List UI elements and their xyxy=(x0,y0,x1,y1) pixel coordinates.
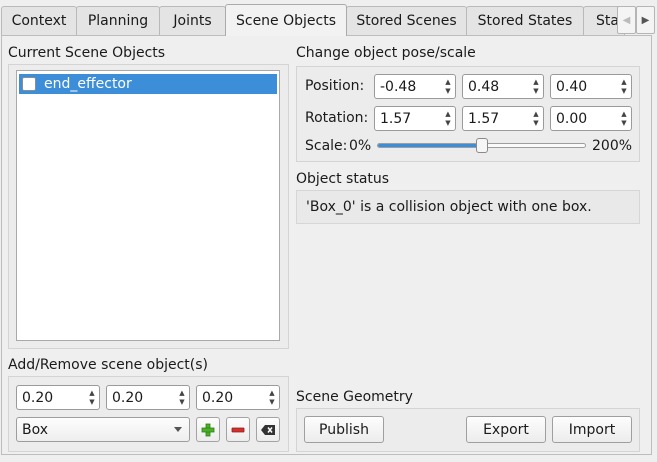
export-button[interactable]: Export xyxy=(466,416,546,443)
add-object-button[interactable] xyxy=(196,417,220,442)
tab-scroll-left-icon[interactable]: ◀ xyxy=(617,6,636,34)
spin-arrows-icon[interactable]: ▲ ▼ xyxy=(441,107,455,130)
position-y-spinbox[interactable]: 0.48 ▲ ▼ xyxy=(462,74,544,99)
scene-objects-title: Current Scene Objects xyxy=(8,45,166,61)
spin-arrows-icon[interactable]: ▲ ▼ xyxy=(85,386,99,409)
list-item[interactable]: end_effector xyxy=(19,74,277,94)
tab-scroll-right-icon[interactable]: ▶ xyxy=(636,6,655,34)
tab-planning[interactable]: Planning xyxy=(76,6,160,35)
shape-combobox[interactable]: Box xyxy=(16,417,190,442)
scene-objects-list[interactable]: end_effector xyxy=(16,70,280,341)
rotation-x-spinbox[interactable]: 1.57 ▲ ▼ xyxy=(374,106,456,131)
scale-slider-fill xyxy=(378,144,482,147)
dim-x-spinbox[interactable]: 0.20 ▲ ▼ xyxy=(16,385,100,410)
object-status-box: 'Box_0' is a collision object with one b… xyxy=(296,190,640,224)
tab-joints[interactable]: Joints xyxy=(159,6,226,35)
rotation-y-spinbox[interactable]: 1.57 ▲ ▼ xyxy=(462,106,544,131)
backspace-icon xyxy=(261,424,275,435)
spin-arrows-icon[interactable]: ▲ ▼ xyxy=(265,386,279,409)
tab-scene-objects[interactable]: Scene Objects xyxy=(225,4,347,36)
chevron-down-icon xyxy=(174,427,182,432)
spin-arrows-icon[interactable]: ▲ ▼ xyxy=(617,107,631,130)
dim-z-spinbox[interactable]: 0.20 ▲ ▼ xyxy=(196,385,280,410)
tab-stored-scenes[interactable]: Stored Scenes xyxy=(346,6,467,35)
add-remove-title: Add/Remove scene object(s) xyxy=(8,357,208,373)
tab-bar: Context Planning Joints Scene Objects St… xyxy=(0,0,657,36)
tab-context[interactable]: Context xyxy=(1,6,77,35)
scene-geometry-title: Scene Geometry xyxy=(296,389,413,405)
spin-arrows-icon[interactable]: ▲ ▼ xyxy=(617,75,631,98)
object-checkbox[interactable] xyxy=(22,77,36,91)
scale-slider-handle[interactable] xyxy=(475,138,488,153)
clear-objects-button[interactable] xyxy=(256,417,280,442)
publish-button[interactable]: Publish xyxy=(304,416,384,443)
spin-arrows-icon[interactable]: ▲ ▼ xyxy=(529,107,543,130)
spin-arrows-icon[interactable]: ▲ ▼ xyxy=(441,75,455,98)
rotation-z-spinbox[interactable]: 0.00 ▲ ▼ xyxy=(550,106,632,131)
position-label: Position: xyxy=(305,78,365,94)
spin-arrows-icon[interactable]: ▲ ▼ xyxy=(175,386,189,409)
spin-arrows-icon[interactable]: ▲ ▼ xyxy=(529,75,543,98)
pose-title: Change object pose/scale xyxy=(296,45,476,61)
object-status-title: Object status xyxy=(296,171,390,187)
remove-object-button[interactable] xyxy=(226,417,250,442)
tab-stored-states[interactable]: Stored States xyxy=(466,6,584,35)
import-button[interactable]: Import xyxy=(552,416,632,443)
object-status-text: 'Box_0' is a collision object with one b… xyxy=(306,199,592,215)
rotation-label: Rotation: xyxy=(305,110,369,126)
scale-min-label: 0% xyxy=(349,138,372,154)
plus-icon xyxy=(201,423,215,436)
minus-icon xyxy=(231,427,245,432)
position-z-spinbox[interactable]: 0.40 ▲ ▼ xyxy=(550,74,632,99)
dim-y-spinbox[interactable]: 0.20 ▲ ▼ xyxy=(106,385,190,410)
scale-label: Scale: xyxy=(305,138,348,154)
position-x-spinbox[interactable]: -0.48 ▲ ▼ xyxy=(374,74,456,99)
scale-max-label: 200% xyxy=(592,138,633,154)
